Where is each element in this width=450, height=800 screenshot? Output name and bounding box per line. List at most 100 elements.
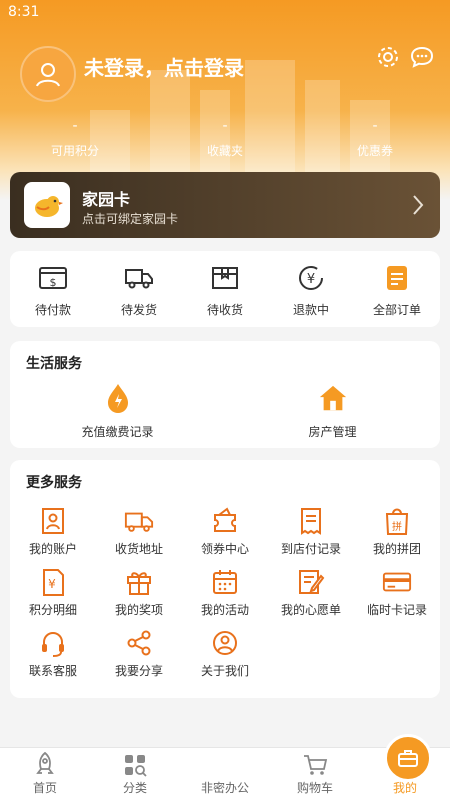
service-label: 我的活动 (200, 603, 249, 617)
share-icon (124, 628, 154, 658)
user-avatar-icon (36, 63, 60, 87)
stat-label: 优惠券 (356, 144, 393, 158)
order-status-panel: $ 待付款 待发货 待收货 ¥ 退款中 全部订单 (10, 251, 440, 327)
svg-text:¥: ¥ (48, 577, 56, 591)
life-services-title: 生活服务 (26, 356, 82, 372)
service-label: 临时卡记录 (366, 603, 427, 617)
order-label: 退款中 (292, 303, 329, 317)
receipt-icon (296, 506, 326, 536)
tab-label: 非密办公 (200, 781, 249, 795)
about-icon (210, 628, 240, 658)
service-label: 我的账户 (28, 542, 77, 556)
service-delivery-address[interactable]: 收货地址 (96, 506, 182, 557)
service-my-account[interactable]: 我的账户 (10, 506, 96, 557)
service-points-detail[interactable]: ¥ 积分明细 (10, 567, 96, 618)
order-label: 待付款 (34, 303, 71, 317)
svg-text:¥: ¥ (307, 272, 315, 287)
service-temp-card-records[interactable]: 临时卡记录 (354, 567, 440, 618)
rocket-icon (36, 751, 54, 774)
truck-icon (124, 263, 154, 293)
service-label: 领券中心 (200, 542, 249, 556)
gift-icon (124, 567, 154, 597)
stats-row: - 可用积分 - 收藏夹 - 优惠券 (0, 118, 450, 159)
stat-label: 收藏夹 (206, 144, 243, 158)
order-refunding[interactable]: ¥ 退款中 (268, 251, 354, 327)
service-label: 到店付记录 (280, 542, 341, 556)
stat-value: - (222, 118, 228, 134)
home-card-banner[interactable]: 家园卡 点击可绑定家园卡 (10, 172, 440, 238)
service-label: 积分明细 (28, 603, 77, 617)
service-label: 联系客服 (28, 664, 77, 678)
category-icon (125, 755, 147, 777)
tab-category[interactable]: 分类 (90, 748, 180, 800)
order-pending-shipment[interactable]: 待发货 (96, 251, 182, 327)
service-group-buy[interactable]: 拼我的拼团 (354, 506, 440, 557)
cart-icon (304, 755, 328, 775)
group-buy-icon: 拼 (382, 506, 412, 536)
service-label: 我的拼团 (372, 542, 421, 556)
order-pending-receipt[interactable]: 待收货 (182, 251, 268, 327)
service-coupon-center[interactable]: 领券中心 (182, 506, 268, 557)
service-my-activities[interactable]: 我的活动 (182, 567, 268, 618)
settings-gear-icon[interactable] (374, 43, 402, 71)
message-chat-icon[interactable] (408, 43, 436, 71)
coupon-icon (210, 506, 240, 536)
account-icon (38, 506, 68, 536)
tab-cart[interactable]: 购物车 (270, 748, 360, 800)
stat-coupons[interactable]: - 优惠券 (300, 118, 450, 159)
card-icon (382, 567, 412, 597)
property-management-item[interactable]: 房产管理 (225, 383, 440, 440)
bottom-tab-bar: 首页 分类 非密办公 购物车 我的 (0, 734, 450, 800)
tab-office[interactable]: 非密办公 (180, 734, 432, 800)
service-label: 收货地址 (114, 542, 163, 556)
stat-value: - (72, 118, 78, 134)
svg-text:拼: 拼 (392, 520, 402, 533)
avatar[interactable] (20, 46, 76, 102)
home-card-subtitle: 点击可绑定家园卡 (82, 212, 179, 226)
wallet-icon: $ (38, 263, 68, 293)
order-pending-payment[interactable]: $ 待付款 (10, 251, 96, 327)
service-wishlist[interactable]: 我的心愿单 (268, 567, 354, 618)
life-item-label: 充值缴费记录 (81, 425, 154, 439)
bird-logo-icon (24, 182, 70, 228)
login-prompt[interactable]: 未登录，点击登录 (84, 52, 244, 81)
profile-header: 8:31 未登录，点击登录 - 可用积分 - 收藏夹 - 优惠券 (0, 0, 450, 200)
tab-label: 首页 (32, 781, 57, 795)
refund-icon: ¥ (296, 263, 326, 293)
order-label: 待收货 (206, 303, 243, 317)
service-about-us[interactable]: 关于我们 (182, 628, 268, 679)
flame-icon (103, 383, 133, 413)
delivery-truck-icon (124, 506, 154, 536)
stat-points[interactable]: - 可用积分 (0, 118, 150, 159)
stat-label: 可用积分 (50, 144, 99, 158)
briefcase-icon (384, 734, 432, 782)
tab-home[interactable]: 首页 (0, 748, 90, 800)
points-icon: ¥ (38, 567, 68, 597)
house-icon (318, 383, 348, 413)
wishlist-icon (296, 567, 326, 597)
order-list-icon (382, 263, 412, 293)
service-in-store-payment[interactable]: 到店付记录 (268, 506, 354, 557)
service-customer-support[interactable]: 联系客服 (10, 628, 96, 679)
home-card-title: 家园卡 (82, 190, 131, 209)
status-time: 8:31 (8, 4, 40, 20)
services-grid: 我的账户 收货地址 领券中心 到店付记录 拼我的拼团 ¥ 积分明细 我的奖项 我的… (10, 506, 440, 679)
life-services-panel: 生活服务 充值缴费记录 房产管理 (10, 341, 440, 448)
order-label: 待发货 (120, 303, 157, 317)
tab-label: 购物车 (296, 781, 333, 795)
stat-favorites[interactable]: - 收藏夹 (150, 118, 300, 159)
more-services-panel: 更多服务 我的账户 收货地址 领券中心 到店付记录 拼我的拼团 ¥ 积分明细 我的… (10, 460, 440, 698)
service-label: 我要分享 (114, 664, 163, 678)
headset-icon (38, 628, 68, 658)
calendar-icon (210, 567, 240, 597)
service-share[interactable]: 我要分享 (96, 628, 182, 679)
service-label: 关于我们 (200, 664, 249, 678)
recharge-records-item[interactable]: 充值缴费记录 (10, 383, 225, 440)
tab-label: 分类 (122, 781, 147, 795)
order-all[interactable]: 全部订单 (354, 251, 440, 327)
skyline-background (90, 60, 390, 180)
life-item-label: 房产管理 (308, 425, 357, 439)
box-icon (210, 263, 240, 293)
service-my-prizes[interactable]: 我的奖项 (96, 567, 182, 618)
service-label: 我的心愿单 (280, 603, 341, 617)
